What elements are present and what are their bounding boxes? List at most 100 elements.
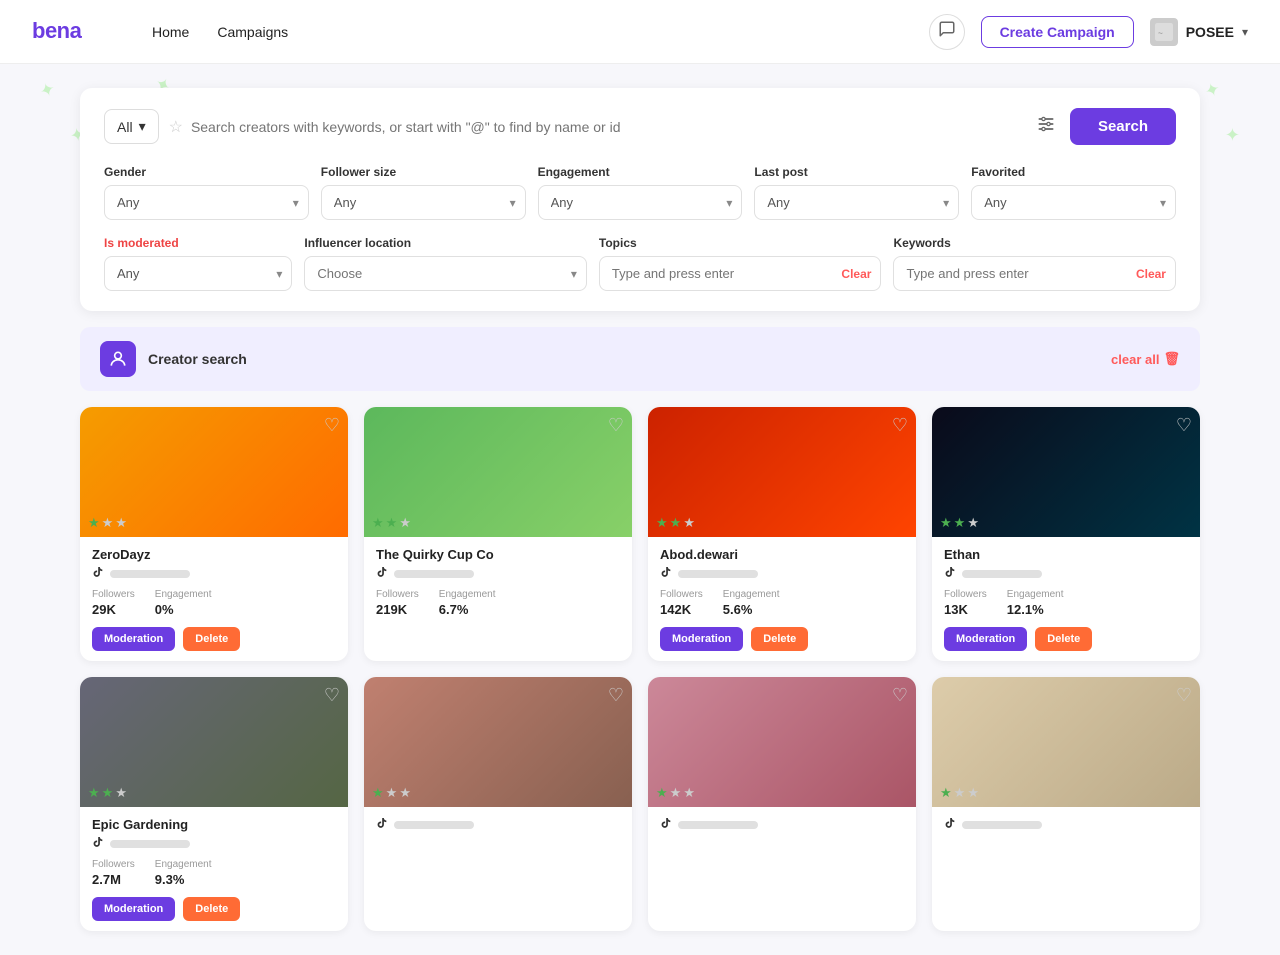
card-5: ♡ ★★★ <box>364 677 632 931</box>
search-button[interactable]: Search <box>1070 108 1176 145</box>
heart-button-6[interactable]: ♡ <box>892 685 908 706</box>
engagement-stat-3: Engagement 12.1% <box>1007 589 1064 617</box>
filter-topics-wrap[interactable]: Clear <box>599 256 882 291</box>
filter-follower-size-select[interactable]: Any <box>321 185 526 220</box>
card-body-2: Abod.dewari Followers 142K Engagement 5.… <box>648 537 916 661</box>
card-body-6 <box>648 807 916 850</box>
filter-gender: Gender Any ▾ <box>104 165 309 220</box>
handle-placeholder-3 <box>962 570 1042 578</box>
delete-button-2[interactable]: Delete <box>751 627 808 651</box>
card-handle-bar-5 <box>376 817 620 832</box>
filter-favorited-wrap[interactable]: Any ▾ <box>971 185 1176 220</box>
filter-last-post-select[interactable]: Any <box>754 185 959 220</box>
engagement-stat-0: Engagement 0% <box>155 589 212 617</box>
card-image-3: ♡ ★★★ <box>932 407 1200 537</box>
heart-button-4[interactable]: ♡ <box>324 685 340 706</box>
main-content: All ▾ ☆ Search Gender <box>0 64 1280 955</box>
card-image-1: ♡ ★★★ <box>364 407 632 537</box>
star-filled-2: ★ <box>670 515 682 531</box>
delete-button-3[interactable]: Delete <box>1035 627 1092 651</box>
card-image-6: ♡ ★★★ <box>648 677 916 807</box>
star-filled-2: ★ <box>954 515 966 531</box>
handle-placeholder-4 <box>110 840 190 848</box>
create-campaign-button[interactable]: Create Campaign <box>981 16 1134 48</box>
card-actions-3: Moderation Delete <box>944 627 1188 651</box>
heart-button-0[interactable]: ♡ <box>324 415 340 436</box>
filter-engagement-wrap[interactable]: Any ▾ <box>538 185 743 220</box>
card-image-0: ♡ ★★★ <box>80 407 348 537</box>
filter-follower-size: Follower size Any ▾ <box>321 165 526 220</box>
heart-button-1[interactable]: ♡ <box>608 415 624 436</box>
filter-follower-size-wrap[interactable]: Any ▾ <box>321 185 526 220</box>
user-area[interactable]: ~ POSEE ▾ <box>1150 18 1248 46</box>
svg-text:~: ~ <box>1158 28 1163 37</box>
filter-moderated-wrap[interactable]: Any ▾ <box>104 256 292 291</box>
heart-button-3[interactable]: ♡ <box>1176 415 1192 436</box>
followers-stat-1: Followers 219K <box>376 589 419 617</box>
nav-campaigns[interactable]: Campaigns <box>217 24 288 40</box>
moderation-button-3[interactable]: Moderation <box>944 627 1027 651</box>
engagement-value-0: 0% <box>155 602 212 617</box>
filter-gender-select[interactable]: Any <box>104 185 309 220</box>
nav-home[interactable]: Home <box>152 24 189 40</box>
engagement-label-3: Engagement <box>1007 589 1064 600</box>
card-body-1: The Quirky Cup Co Followers 219K Engagem… <box>364 537 632 637</box>
filter-topics-input[interactable] <box>599 256 882 291</box>
moderation-button-2[interactable]: Moderation <box>660 627 743 651</box>
filter-location-input[interactable] <box>304 256 587 291</box>
filter-keywords-clear[interactable]: Clear <box>1136 267 1166 281</box>
followers-stat-4: Followers 2.7M <box>92 859 135 887</box>
filter-engagement: Engagement Any ▾ <box>538 165 743 220</box>
filter-last-post: Last post Any ▾ <box>754 165 959 220</box>
heart-button-5[interactable]: ♡ <box>608 685 624 706</box>
card-name-0: ZeroDayz <box>92 547 336 562</box>
search-container: All ▾ ☆ Search Gender <box>80 88 1200 311</box>
star-filled-1: ★ <box>656 515 668 531</box>
chat-icon-button[interactable] <box>929 14 965 50</box>
filter-favorited-label: Favorited <box>971 165 1176 179</box>
navbar: bena Home Campaigns Create Campaign ~ PO… <box>0 0 1280 64</box>
card-actions-0: Moderation Delete <box>92 627 336 651</box>
card-rating-4: ★★★ <box>88 785 127 801</box>
delete-button-4[interactable]: Delete <box>183 897 240 921</box>
card-rating-1: ★★★ <box>372 515 411 531</box>
followers-value-4: 2.7M <box>92 872 135 887</box>
followers-value-0: 29K <box>92 602 135 617</box>
heart-button-2[interactable]: ♡ <box>892 415 908 436</box>
search-row: All ▾ ☆ Search <box>104 108 1176 145</box>
star-filled-1: ★ <box>940 515 952 531</box>
filter-gender-label: Gender <box>104 165 309 179</box>
card-stats-4: Followers 2.7M Engagement 9.3% <box>92 859 336 887</box>
filter-topics-clear[interactable]: Clear <box>841 267 871 281</box>
all-dropdown[interactable]: All ▾ <box>104 109 159 144</box>
clear-all-button[interactable]: clear all 🗑 <box>1111 351 1180 367</box>
filter-icon-button[interactable] <box>1032 110 1060 143</box>
heart-button-7[interactable]: ♡ <box>1176 685 1192 706</box>
followers-value-1: 219K <box>376 602 419 617</box>
card-stats-2: Followers 142K Engagement 5.6% <box>660 589 904 617</box>
filter-engagement-select[interactable]: Any <box>538 185 743 220</box>
card-7: ♡ ★★★ <box>932 677 1200 931</box>
card-6: ♡ ★★★ <box>648 677 916 931</box>
filter-keywords-input[interactable] <box>893 256 1176 291</box>
card-actions-4: Moderation Delete <box>92 897 336 921</box>
tiktok-icon-0 <box>92 566 104 581</box>
user-name: POSEE <box>1186 24 1234 40</box>
filter-location-wrap[interactable]: ▾ <box>304 256 587 291</box>
filter-favorited-select[interactable]: Any <box>971 185 1176 220</box>
search-input[interactable] <box>191 119 1022 135</box>
svg-text:bena: bena <box>32 18 83 43</box>
moderation-button-0[interactable]: Moderation <box>92 627 175 651</box>
filter-gender-select-wrap[interactable]: Any ▾ <box>104 185 309 220</box>
filter-moderated-select[interactable]: Any <box>104 256 292 291</box>
engagement-stat-2: Engagement 5.6% <box>723 589 780 617</box>
filter-keywords-wrap[interactable]: Clear <box>893 256 1176 291</box>
moderation-button-4[interactable]: Moderation <box>92 897 175 921</box>
star-filled-2: ★ <box>102 785 114 801</box>
followers-label-1: Followers <box>376 589 419 600</box>
filter-location: Influencer location ▾ <box>304 236 587 291</box>
card-handle-bar-4 <box>92 836 336 851</box>
filter-last-post-wrap[interactable]: Any ▾ <box>754 185 959 220</box>
delete-button-0[interactable]: Delete <box>183 627 240 651</box>
filter-topics-label: Topics <box>599 236 882 250</box>
